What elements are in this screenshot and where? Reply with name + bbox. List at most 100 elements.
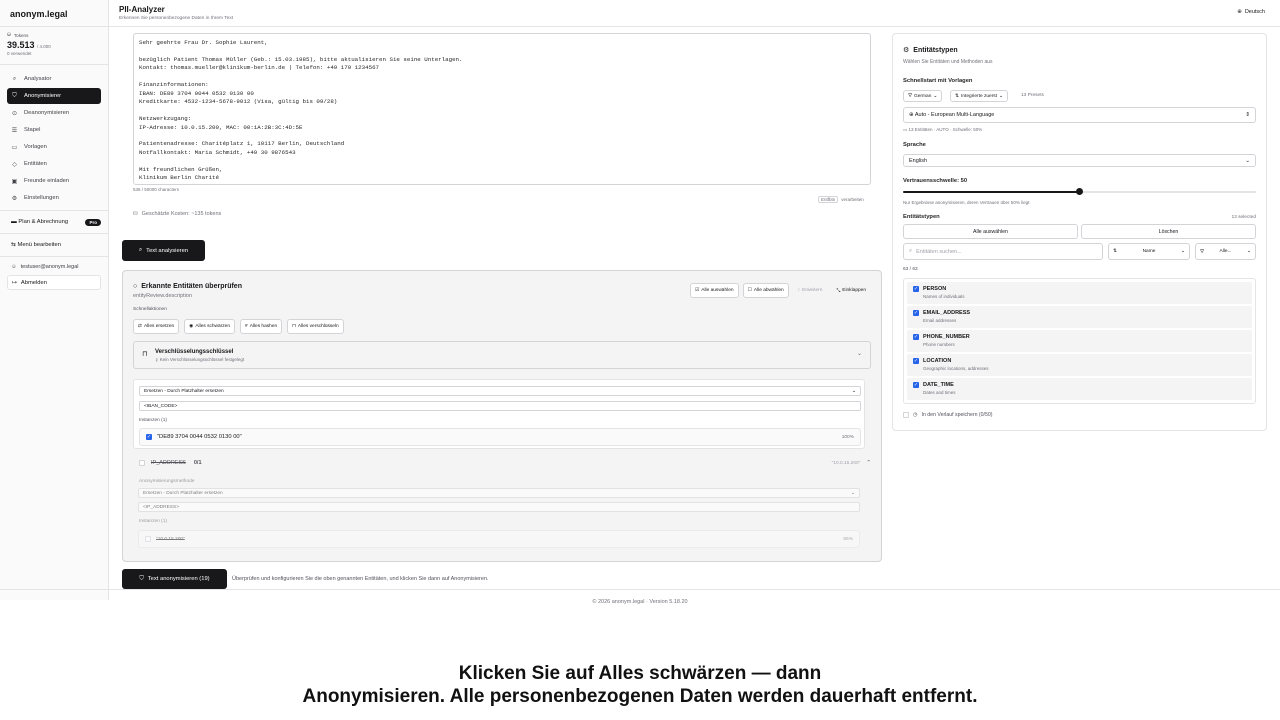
entity-types-subtitle: Wählen Sie Entitäten und Methoden aus	[903, 59, 993, 65]
sliders-icon: ⇆	[11, 242, 16, 248]
threshold-label: Vertrauensschwelle: 50	[903, 178, 968, 184]
types-select-all-button[interactable]: Alle auswählen	[903, 224, 1078, 239]
checkbox-checked-icon[interactable]: ✓	[913, 382, 919, 388]
threshold-slider-handle[interactable]	[1076, 188, 1083, 195]
redact-all-button[interactable]: ◉ Alles schwärzen	[184, 319, 236, 334]
divider	[0, 210, 108, 211]
app-window: anonym.legal ⛁ Tokens 39.513 / 4.000 0 ve…	[0, 0, 1280, 605]
sort-select[interactable]: ⇅ Name ⌄	[1108, 243, 1190, 260]
iban-placeholder-input[interactable]: <IBAN_CODE>	[139, 401, 861, 411]
tag-icon: ◇	[12, 161, 17, 168]
chevron-down-icon: ⌄	[1180, 249, 1185, 254]
sidebar-item-vorlagen[interactable]: ▭ Vorlagen	[7, 139, 101, 155]
character-count: 536 / 50000 characters	[133, 187, 180, 192]
caption-line-2: Anonymisieren. Alle personenbezogenen Da…	[302, 686, 978, 707]
language-label: Sprache	[903, 142, 926, 148]
sidebar-item-einstellungen[interactable]: ⚙ Einstellungen	[7, 190, 101, 206]
encrypt-all-button[interactable]: ⊓ Alles verschlüsseln	[287, 319, 344, 334]
ip-address-entity-header[interactable]: IP_ADDRESS 0/1 "10.0.15.200" ⌃	[133, 456, 871, 470]
token-value: 39.513	[7, 40, 35, 50]
entity-preview: "10.0.15.200"	[831, 460, 861, 466]
quick-actions-label: Schnellaktionen	[133, 307, 167, 312]
hash-all-button[interactable]: # Alles hashen	[240, 319, 283, 334]
anonymize-hint: Überprüfen und konfigurieren Sie die obe…	[232, 576, 489, 582]
caption: Klicken Sie auf Alles schwärzen — dann A…	[0, 662, 1280, 708]
filter-select[interactable]: ⛛ Alle... ⌄	[1195, 243, 1256, 260]
globe-icon: ⊕	[909, 112, 914, 118]
sort-icon: ⇅	[955, 93, 960, 99]
language-switcher[interactable]: ⊕ Deutsch	[1237, 9, 1265, 15]
sidebar-item-anonymisierer[interactable]: ⛉ Anonymisierer	[7, 88, 101, 104]
entity-count: 0/1	[193, 460, 202, 466]
template-select[interactable]: ⊕ Auto - European Multi-Language ⇕	[903, 107, 1256, 123]
search-icon: ⌕	[138, 247, 143, 253]
replace-all-button[interactable]: ⇄ Alles ersetzen	[133, 319, 180, 334]
select-all-button[interactable]: ☑ Alle auswählen	[689, 283, 739, 298]
check-square-icon: ☑	[694, 288, 700, 293]
checkbox-checked-icon[interactable]: ✓	[913, 334, 919, 340]
checkbox-unchecked-icon[interactable]	[139, 460, 145, 466]
search-icon: ⌕	[12, 75, 17, 82]
document-icon: ▭	[11, 144, 18, 151]
deselect-all-button[interactable]: ☐ Alle abwählen	[742, 283, 789, 298]
plan-badge: Pro	[85, 218, 101, 226]
key-icon: ⚷	[155, 357, 159, 362]
entity-item-person[interactable]: ✓ PERSON Names of individuals	[907, 282, 1252, 304]
entity-search-input[interactable]: ⌕ Entitäten suchen...	[903, 243, 1103, 260]
entity-item-phone-number[interactable]: ✓ PHONE_NUMBER Phone numbers	[907, 330, 1252, 352]
chevron-down-icon: ⌄	[1245, 157, 1250, 164]
caption-line-1: Klicken Sie auf Alles schwärzen — dann	[458, 663, 822, 684]
save-history-toggle[interactable]: ◷ In den Verlauf speichern (0/50)	[903, 412, 992, 418]
threshold-slider[interactable]	[903, 188, 1256, 195]
ip-placeholder-input[interactable]: <IP_ADDRESS>	[138, 502, 860, 512]
iban-entity-card: Ersetzen - Durch Platzhalter ersetzen ⌄ <…	[133, 379, 865, 449]
ip-method-select[interactable]: Ersetzen - Durch Platzhalter ersetzen ⌄	[138, 488, 860, 498]
checkbox-unchecked-icon[interactable]	[145, 536, 151, 542]
entity-item-location[interactable]: ✓ LOCATION Geographic locations, addresses	[907, 354, 1252, 376]
key-hint: Entfbtn	[818, 196, 839, 203]
sidebar-item-plan[interactable]: ▬ Plan & Abrechnung Pro	[0, 215, 108, 229]
sidebar-item-analysator[interactable]: ⌕ Analysator	[7, 71, 101, 87]
clock-icon: ◷	[913, 412, 918, 418]
instance-score: 100%	[841, 434, 854, 440]
entity-item-email-address[interactable]: ✓ EMAIL_ADDRESS Email addresses	[907, 306, 1252, 328]
checkbox-checked-icon[interactable]: ✓	[913, 286, 919, 292]
globe-icon: ⊕	[1237, 9, 1242, 15]
text-input-area[interactable]: Sehr geehrte Frau Dr. Sophie Laurent, be…	[133, 33, 871, 185]
encryption-key-section[interactable]: ⊓ Verschlüsselungsschlüssel ⚷ Kein Versc…	[133, 341, 871, 369]
entity-item-date-time[interactable]: ✓ DATE_TIME Dates and times	[907, 378, 1252, 400]
checkbox-checked-icon[interactable]: ✓	[913, 358, 919, 364]
entity-review-panel: ○ Erkannte Entitäten überprüfen entityRev…	[122, 270, 882, 562]
ip-instance-row[interactable]: "10.0.15.200" 85%	[138, 530, 860, 548]
chevron-up-icon: ⌃	[866, 460, 871, 466]
entity-list: ✓ PERSON Names of individuals ✓ EMAIL_ADDRE…	[903, 278, 1256, 404]
checkbox-unchecked-icon[interactable]	[903, 412, 909, 418]
filter-icon: ⛛	[1200, 249, 1205, 255]
sidebar-item-freunde-einladen[interactable]: ▣ Freunde einladen	[7, 173, 101, 189]
chevron-down-icon: ⌄	[999, 93, 1004, 99]
entity-name: IP_ADDRESS	[151, 460, 186, 466]
checkbox-checked-icon[interactable]: ✓	[146, 434, 152, 440]
analyze-button[interactable]: ⌕ Text analysieren	[122, 240, 205, 261]
process-hint: Entfbtn verarbeiten	[818, 196, 864, 203]
logout-button[interactable]: ↦ Abmelden	[7, 275, 101, 290]
review-description: entityReview.description	[133, 293, 193, 299]
language-filter-dropdown[interactable]: ⛛ German ⌄	[903, 90, 943, 102]
sidebar-item-deanonymisieren[interactable]: ⊙ Deanonymisieren	[7, 105, 101, 121]
instance-score: 85%	[843, 536, 853, 542]
collapse-button[interactable]: ⤡ Einklappen	[831, 283, 871, 298]
review-actions: ☑ Alle auswählen ☐ Alle abwählen ↕ Erweiter…	[689, 283, 871, 298]
types-clear-button[interactable]: Löschen	[1081, 224, 1256, 239]
iban-method-select[interactable]: Ersetzen - Durch Platzhalter ersetzen ⌄	[139, 386, 861, 396]
language-select[interactable]: English ⌄	[903, 154, 1256, 167]
expand-button[interactable]: ↕ Erweitern	[793, 283, 828, 298]
iban-instance-row[interactable]: ✓ "DE89 3704 0044 0532 0130 00" 100%	[139, 428, 861, 446]
sidebar-item-entitaeten[interactable]: ◇ Entitäten	[7, 156, 101, 172]
anonymize-button[interactable]: ⛉ Text anonymisieren (19)	[122, 569, 227, 589]
edit-menu-button[interactable]: ⇆ Menü bearbeiten	[0, 238, 108, 252]
sort-filter-dropdown[interactable]: ⇅ Integrierte zuerst ⌄	[950, 90, 1009, 102]
coins-icon: ⛁	[133, 211, 138, 217]
brand-logo[interactable]: anonym.legal	[0, 0, 108, 27]
sidebar-item-stapel[interactable]: ☰ Stapel	[7, 122, 101, 138]
checkbox-checked-icon[interactable]: ✓	[913, 310, 919, 316]
